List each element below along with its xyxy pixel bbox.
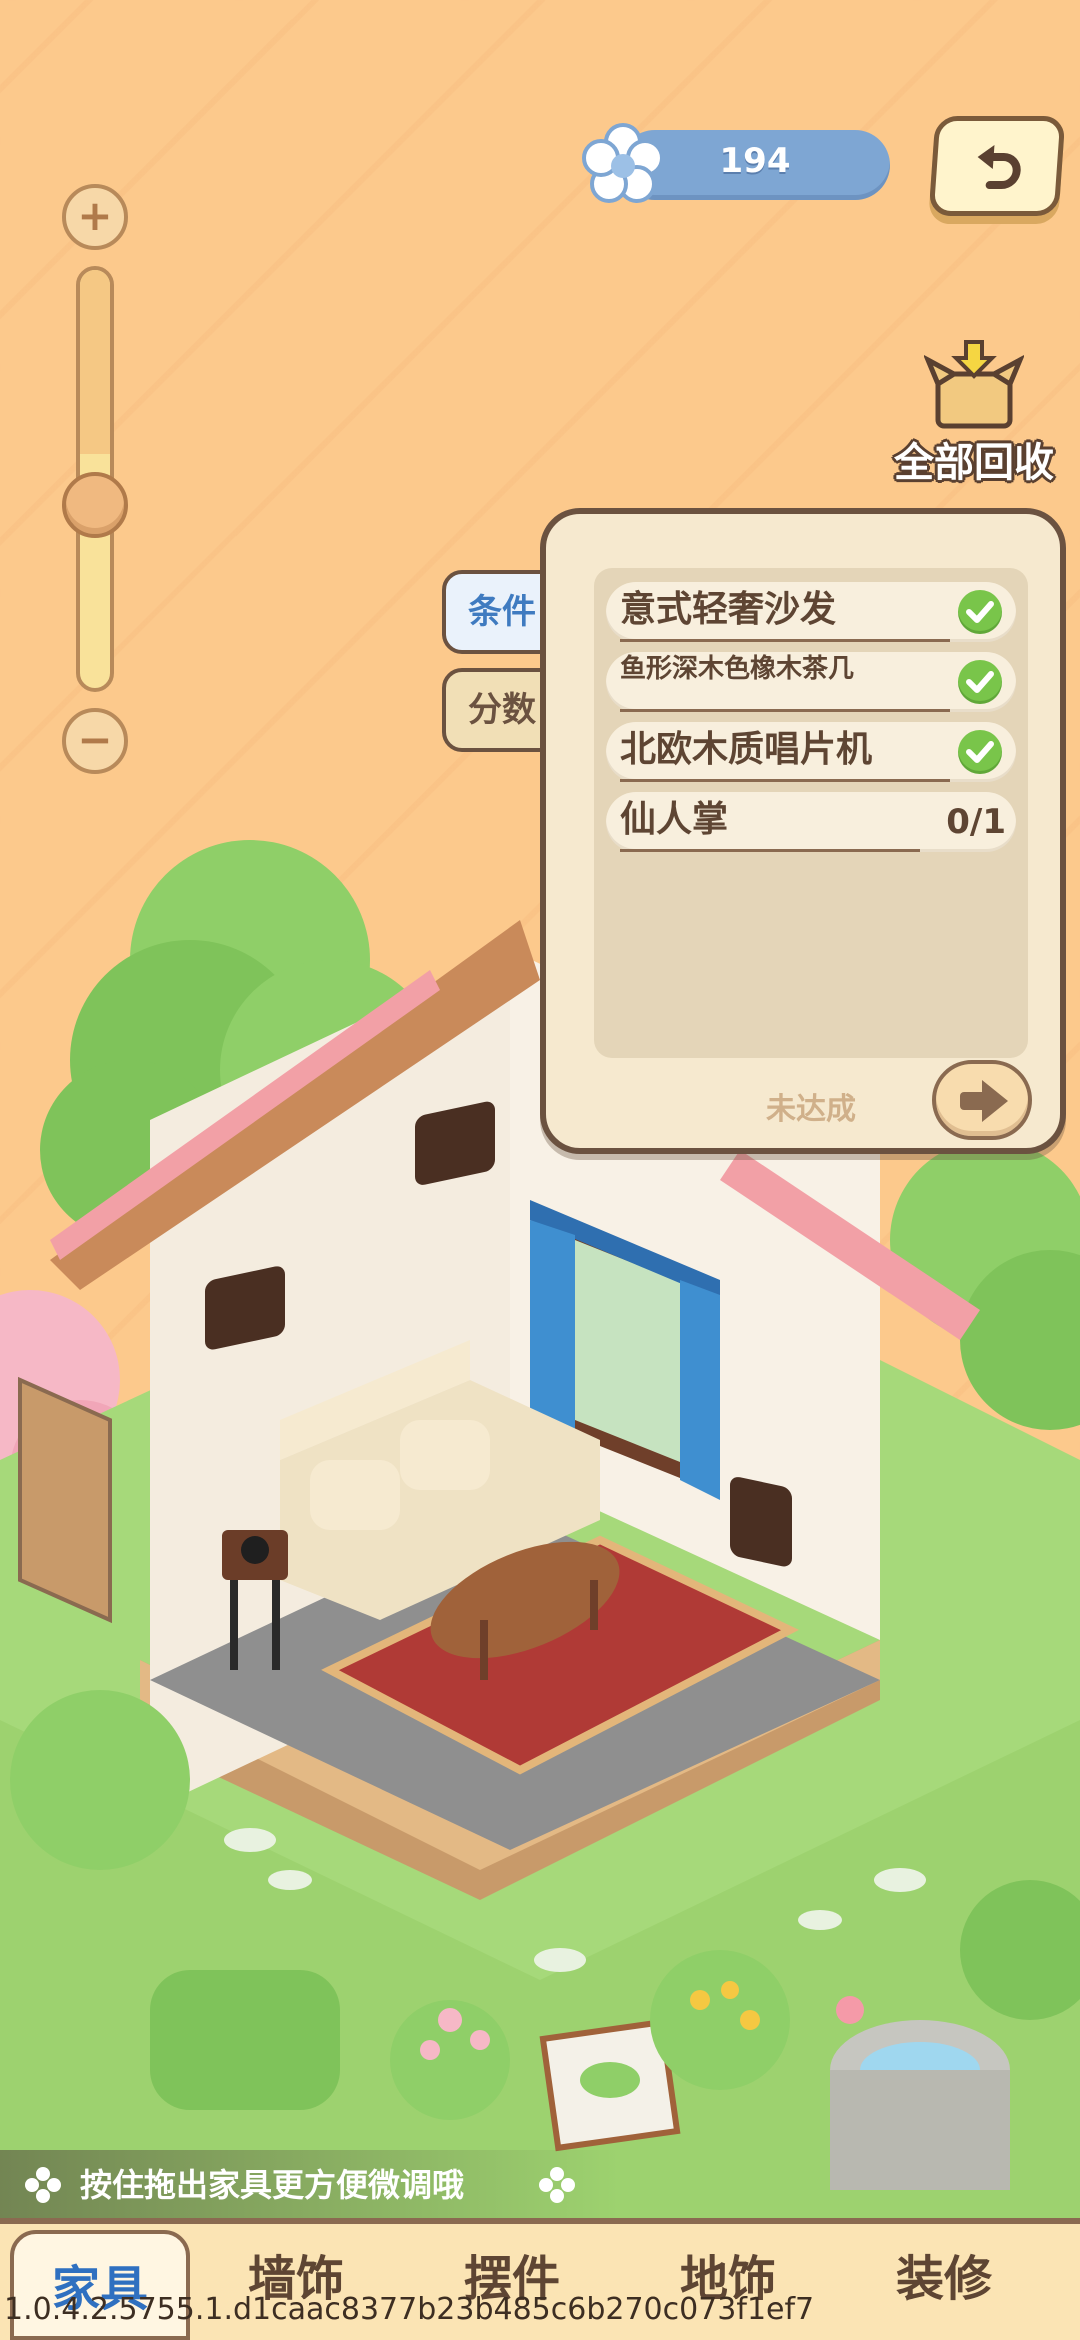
flower-icon — [582, 123, 664, 203]
hint-banner: 按住拖出家具更方便微调哦 — [0, 2150, 620, 2220]
requirement-name: 鱼形深木色橡木茶几 — [620, 652, 950, 712]
version-string: 1.0.4.2.5755.1.d1caac8377b23b485c6b270c0… — [4, 2292, 815, 2327]
requirement-name: 意式轻奢沙发 — [620, 582, 950, 642]
back-button[interactable] — [928, 116, 1066, 216]
sparkle-icon — [25, 2167, 61, 2203]
currency-counter: 194 — [580, 123, 890, 204]
zoom-track-upper — [80, 270, 110, 454]
currency-amount: 194 — [719, 141, 791, 181]
sparkle-icon — [539, 2167, 575, 2203]
tab-renovation[interactable]: 装修 — [854, 2244, 1034, 2314]
speaker-right[interactable] — [730, 1475, 792, 1568]
well — [830, 2020, 1010, 2190]
requirement-item: 鱼形深木色橡木茶几 — [606, 652, 1016, 712]
check-icon — [958, 590, 1002, 634]
recycle-all-label: 全部回收 — [894, 440, 1054, 486]
recycle-box-icon — [924, 340, 1024, 429]
requirement-item: 仙人掌 0/1 — [606, 792, 1016, 852]
hint-text: 按住拖出家具更方便微调哦 — [80, 2166, 465, 2204]
requirement-name: 仙人掌 — [620, 792, 920, 852]
conditions-panel: 意式轻奢沙发 鱼形深木色橡木茶几 北欧木质唱片机 仙人掌 0/1 未达成 — [540, 508, 1066, 1154]
open-door[interactable] — [18, 1376, 112, 1624]
requirement-item: 北欧木质唱片机 — [606, 722, 1016, 782]
hedge-left — [150, 1970, 340, 2110]
next-button[interactable] — [932, 1060, 1032, 1140]
check-icon — [958, 660, 1002, 704]
zoom-out-button[interactable]: − — [62, 708, 128, 774]
recycle-all-button[interactable]: 全部回收 — [884, 326, 1064, 486]
check-icon — [958, 730, 1002, 774]
status-label: 未达成 — [766, 1092, 856, 1127]
zoom-in-button[interactable]: + — [62, 184, 128, 250]
requirement-item: 意式轻奢沙发 — [606, 582, 1016, 642]
undo-arrow-icon — [977, 145, 1021, 189]
requirement-name: 北欧木质唱片机 — [620, 722, 950, 782]
arrow-right-icon — [960, 1080, 1008, 1122]
zoom-slider-thumb[interactable] — [62, 472, 128, 538]
requirement-progress: 0/1 — [946, 802, 1006, 842]
